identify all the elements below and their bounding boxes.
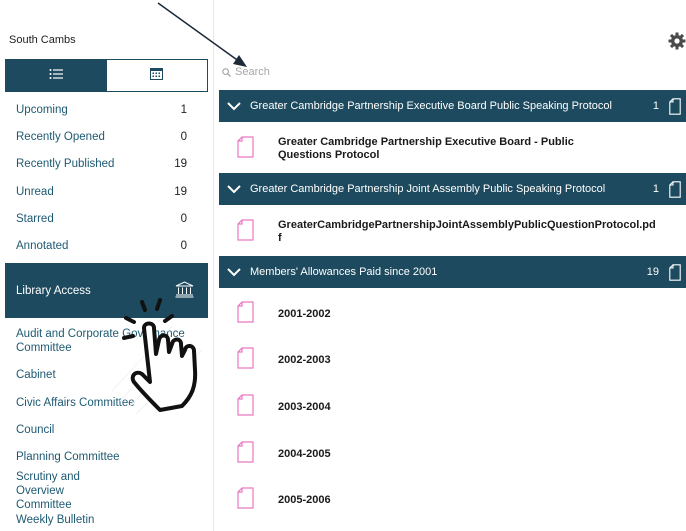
filter-count: 1 [180, 103, 187, 116]
document-icon [669, 263, 681, 281]
filter-label: Recently Published [16, 158, 115, 171]
filter-annotated[interactable]: Annotated 0 [0, 232, 213, 259]
calendar-view-button[interactable] [106, 60, 207, 91]
filter-label: Annotated [16, 240, 69, 253]
filter-starred[interactable]: Starred 0 [0, 205, 213, 232]
filter-label: Starred [16, 212, 54, 225]
chevron-down-icon [227, 184, 241, 194]
filter-label: Unread [16, 185, 54, 198]
group-title: Members' Allowances Paid since 2001 [250, 266, 438, 278]
document-name: 2001-2002 [278, 307, 331, 320]
committee-item[interactable]: Planning Committee [0, 443, 213, 471]
filter-label: Recently Opened [16, 130, 105, 143]
gear-icon[interactable] [668, 32, 686, 55]
committee-label: Council [16, 423, 55, 436]
document-icon [669, 180, 681, 198]
group-count: 19 [646, 266, 659, 278]
document-icon [237, 135, 254, 163]
chevron-down-icon [227, 101, 241, 111]
document-name: 2005-2006 [278, 493, 331, 506]
document-name: 2004-2005 [278, 447, 331, 460]
document-row[interactable]: 2003-2004 [219, 393, 686, 421]
document-icon [237, 346, 254, 374]
chevron-down-icon [227, 267, 241, 277]
filter-upcoming[interactable]: Upcoming 1 [0, 96, 213, 123]
committee-label: Planning Committee [16, 451, 120, 463]
document-name: GreaterCambridgePartnershipJointAssembly… [278, 219, 656, 244]
filter-recently-published[interactable]: Recently Published 19 [0, 151, 213, 178]
group-count: 1 [652, 100, 659, 112]
filter-count: 0 [180, 130, 187, 143]
document-row[interactable]: 2005-2006 [219, 486, 686, 514]
filter-count: 19 [174, 185, 187, 198]
document-row[interactable]: 2004-2005 [219, 440, 686, 468]
list-icon [49, 67, 64, 85]
search-icon [222, 67, 231, 77]
group-header[interactable]: Greater Cambridge Partnership Joint Asse… [219, 173, 686, 205]
group-title: Greater Cambridge Partnership Joint Asse… [250, 183, 606, 195]
document-icon [237, 440, 254, 468]
document-icon [669, 97, 681, 115]
document-row[interactable]: 2002-2003 [219, 346, 686, 374]
search-placeholder: Search [235, 66, 270, 78]
filter-recently-opened[interactable]: Recently Opened 0 [0, 123, 213, 150]
committee-label: Scrutiny and Overview Committee [16, 471, 80, 511]
document-name: 2002-2003 [278, 353, 331, 366]
filter-count: 19 [174, 158, 187, 171]
group-count: 1 [652, 183, 659, 195]
document-icon [237, 300, 254, 328]
committee-label: Cabinet [16, 369, 56, 381]
document-row[interactable]: 2001-2002 [219, 300, 686, 328]
document-icon [237, 486, 254, 514]
group-header[interactable]: Greater Cambridge Partnership Executive … [219, 90, 686, 122]
view-toggle [5, 59, 208, 92]
group-header[interactable]: Members' Allowances Paid since 2001 19 [219, 256, 686, 288]
document-icon [237, 218, 254, 246]
document-icon [237, 393, 254, 421]
document-name: Greater Cambridge Partnership Executive … [278, 136, 574, 161]
filter-count: 0 [180, 240, 187, 253]
committee-label: Weekly Bulletin [16, 514, 95, 526]
group-title: Greater Cambridge Partnership Executive … [250, 100, 612, 112]
app-title: South Cambs [9, 34, 76, 46]
tap-hand-icon [112, 298, 203, 415]
list-view-button[interactable] [6, 60, 107, 91]
filter-unread[interactable]: Unread 19 [0, 178, 213, 205]
sidebar: South Cambs Upcoming 1 Recently Opened 0… [0, 0, 214, 531]
committee-item[interactable]: Scrutiny and Overview Committee [0, 471, 120, 511]
calendar-icon [150, 67, 164, 85]
document-row[interactable]: Greater Cambridge Partnership Executive … [219, 130, 686, 168]
library-access-label: Library Access [16, 284, 91, 297]
search-input[interactable]: Search [222, 66, 270, 78]
filter-label: Upcoming [16, 103, 68, 116]
filter-count: 0 [180, 212, 187, 225]
committee-item[interactable]: Weekly Bulletin [0, 511, 213, 527]
filter-list: Upcoming 1 Recently Opened 0 Recently Pu… [0, 96, 213, 260]
document-name: 2003-2004 [278, 400, 331, 413]
document-row[interactable]: GreaterCambridgePartnershipJointAssembly… [219, 212, 686, 252]
committee-item[interactable]: Council [0, 416, 213, 443]
